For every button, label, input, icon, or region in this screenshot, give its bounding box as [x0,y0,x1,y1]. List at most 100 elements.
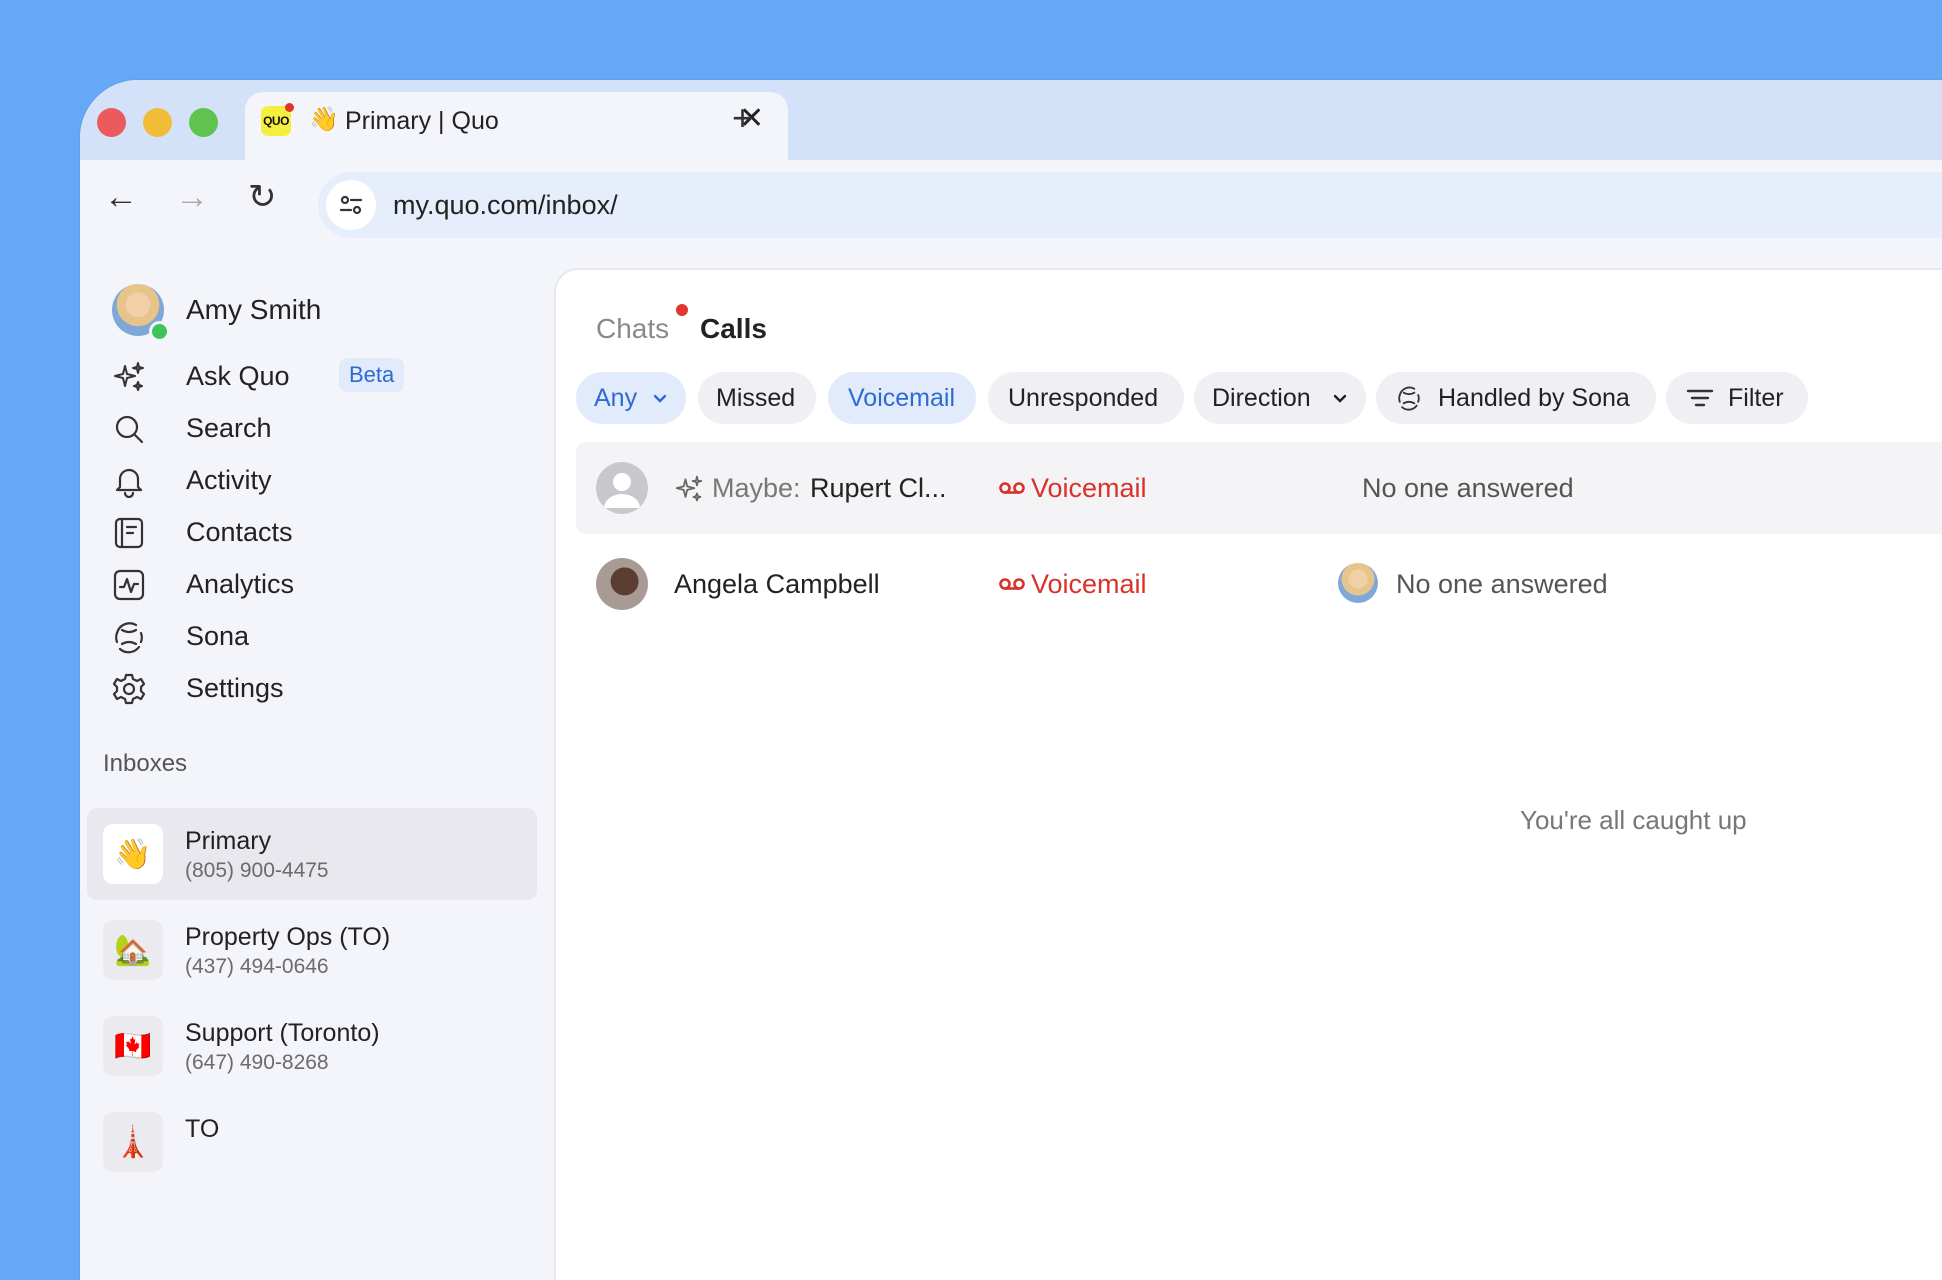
chip-label: Direction [1212,384,1311,412]
chip-label: Unresponded [1008,384,1159,412]
chevron-down-icon [653,394,667,403]
inbox-item-support-toronto[interactable]: 🇨🇦 Support (Toronto) (647) 490-8268 [87,1000,537,1092]
inbox-name: Primary [185,827,272,855]
filter-button[interactable]: Filter [1666,372,1808,424]
filter-icon [1686,389,1714,407]
tower-icon: 🗼 [103,1112,163,1172]
sidebar-item-label: Analytics [186,569,295,599]
tab-title: Primary | Quo [345,107,499,135]
call-status: No one answered [1396,569,1608,599]
chip-label: Handled by Sona [1438,384,1630,412]
sidebar-item-contacts[interactable]: Contacts [112,506,532,558]
search-icon [115,415,144,444]
sidebar-item-label: Contacts [186,517,293,547]
maybe-label: Maybe: [712,473,801,503]
inbox-number: (647) 490-8268 [185,1051,329,1074]
filter-any-dropdown[interactable]: Any [576,372,686,424]
call-row[interactable]: Angela Campbell Voicemail No one answere… [576,538,1942,630]
canada-flag-icon: 🇨🇦 [103,1016,163,1076]
contacts-icon [114,517,144,549]
browser-window: QUO 👋 Primary | Quo ✕ + ← → ↻ my.quo.com… [80,80,1942,1280]
sidebar-item-analytics[interactable]: Analytics [112,558,532,610]
filter-voicemail[interactable]: Voicemail [828,372,976,424]
tab-calls[interactable]: Calls [700,312,767,346]
beta-badge: Beta [339,358,405,392]
tab-strip: QUO 👋 Primary | Quo ✕ + [80,80,1942,164]
empty-state-message: You're all caught up [1520,805,1747,835]
new-tab-button[interactable]: + [732,100,753,136]
inbox-item-to[interactable]: 🗼 TO [87,1096,537,1188]
quo-favicon-icon: QUO [261,103,294,136]
url-text: my.quo.com/inbox/ [393,190,618,220]
user-name: Amy Smith [186,294,322,325]
chevron-down-icon [1333,394,1347,403]
close-window-button[interactable] [97,108,126,137]
inbox-number: (437) 494-0646 [185,955,329,978]
sona-icon [115,622,143,654]
voicemail-icon [999,578,1025,590]
notification-dot [285,103,294,112]
bell-icon [115,468,143,498]
address-bar[interactable]: my.quo.com/inbox/ [318,172,1942,238]
favicon-text: QUO [263,114,289,128]
forward-button[interactable]: → [175,180,209,214]
contact-name: Angela Campbell [674,569,880,599]
sparkles-icon [675,475,703,502]
inboxes-header: Inboxes [103,750,188,777]
sidebar-item-label: Activity [186,465,272,495]
inbox-item-primary[interactable]: 👋 Primary (805) 900-4475 [87,808,537,900]
sidebar: Amy Smith Ask Quo Beta Search Activity C… [80,254,554,1280]
avatar [1338,563,1378,603]
chip-label: Filter [1728,384,1784,412]
sidebar-item-sona[interactable]: Sona [112,610,532,662]
inbox-name: TO [185,1115,220,1143]
inbox-number: (805) 900-4475 [185,859,329,882]
filter-chips: Any Missed Voicemail Unresponded Directi… [576,372,1942,424]
inbox-name: Property Ops (TO) [185,923,391,951]
call-status: No one answered [1362,473,1574,503]
tab-emoji: 👋 [309,106,339,133]
gear-icon [112,673,146,705]
filter-direction-dropdown[interactable]: Direction [1194,372,1366,424]
tab-chats[interactable]: Chats [596,312,669,346]
analytics-icon [113,569,145,601]
contact-name: Rupert Cl... [810,473,947,503]
chip-label: Voicemail [848,384,955,412]
filter-handled-by-sona[interactable]: Handled by Sona [1376,372,1656,424]
call-type: Voicemail [1031,473,1147,503]
call-row[interactable]: Maybe: Rupert Cl... Voicemail No one ans… [576,442,1942,534]
sidebar-item-label: Search [186,413,272,443]
call-type: Voicemail [1031,569,1147,599]
avatar [596,462,648,514]
sona-icon [1398,386,1420,411]
inbox-name: Support (Toronto) [185,1019,380,1047]
chip-label: Missed [716,384,796,412]
filter-missed[interactable]: Missed [698,372,816,424]
site-settings-icon[interactable] [326,180,376,230]
sidebar-item-label: Settings [186,673,284,703]
sidebar-item-label: Sona [186,621,250,651]
voicemail-icon [999,482,1025,494]
online-status-dot [149,321,170,342]
sidebar-item-settings[interactable]: Settings [112,662,532,714]
sidebar-item-ask-quo[interactable]: Ask Quo Beta [112,350,532,402]
calls-panel: Chats Calls Any Missed Voicemail Unrespo… [554,268,1942,1280]
chip-label: Any [594,384,638,412]
avatar [596,558,648,610]
sidebar-item-label: Ask Quo [186,361,290,391]
user-profile[interactable]: Amy Smith [112,284,512,342]
browser-tab-active[interactable]: QUO 👋 Primary | Quo ✕ [245,92,788,164]
sidebar-item-activity[interactable]: Activity [112,454,532,506]
sidebar-item-search[interactable]: Search [112,402,532,454]
back-button[interactable]: ← [104,180,138,214]
person-icon [604,473,640,508]
maximize-window-button[interactable] [189,108,218,137]
inbox-item-property-ops[interactable]: 🏡 Property Ops (TO) (437) 494-0646 [87,904,537,996]
sparkles-icon [114,362,144,391]
waving-hand-icon: 👋 [103,824,163,884]
minimize-window-button[interactable] [143,108,172,137]
unread-dot [676,304,688,316]
reload-button[interactable]: ↻ [248,180,277,214]
filter-unresponded[interactable]: Unresponded [988,372,1184,424]
house-icon: 🏡 [103,920,163,980]
